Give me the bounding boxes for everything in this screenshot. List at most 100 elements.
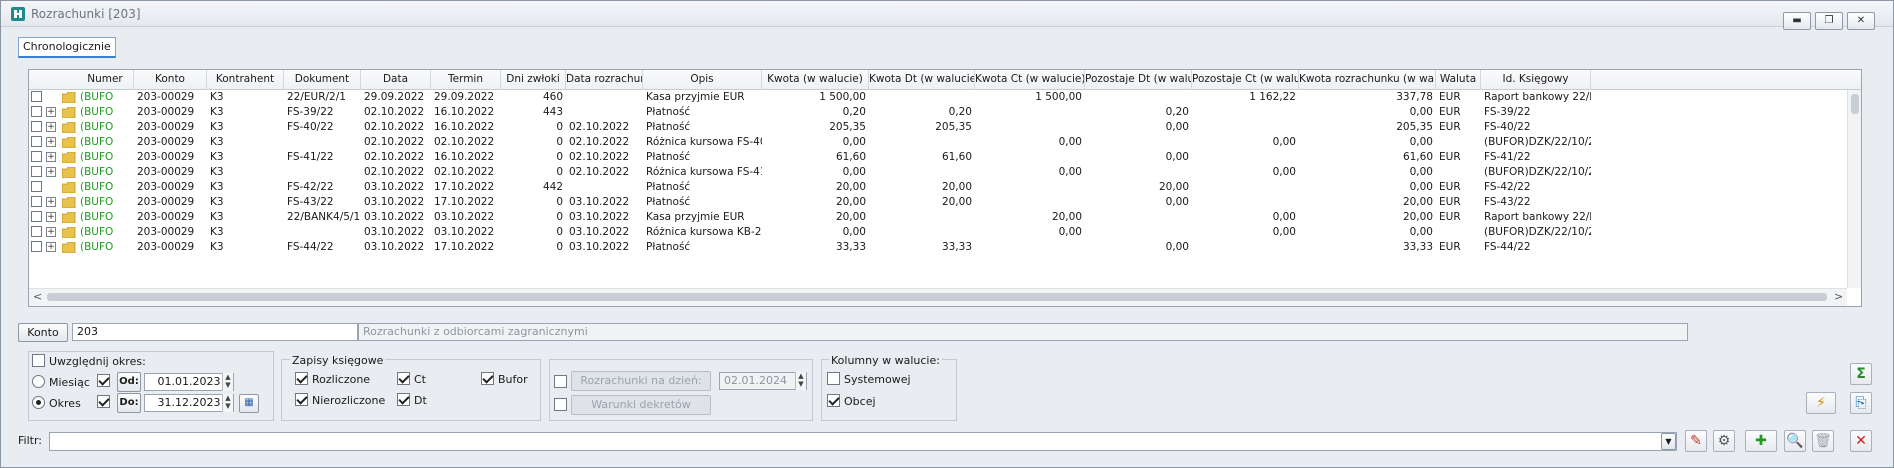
column-header[interactable]: Kwota Ct (w walucie): [975, 70, 1085, 90]
rozrachunki-grid[interactable]: Numer Konto Kontrahent Dokument Data Termin Dn…: [28, 69, 1862, 307]
do-checkbox[interactable]: [97, 395, 110, 408]
filter-settings-icon[interactable]: ⚙: [1713, 430, 1735, 452]
od-button[interactable]: Od:: [117, 372, 141, 392]
add-icon[interactable]: ✚: [1745, 430, 1777, 452]
do-button[interactable]: Do:: [117, 393, 141, 413]
expand-icon[interactable]: +: [46, 107, 56, 117]
expand-icon[interactable]: +: [46, 152, 56, 162]
close-icon[interactable]: ✕: [1850, 430, 1872, 452]
row-select-checkbox[interactable]: [31, 151, 42, 162]
column-header[interactable]: Pozostaje Ct (w walucie): [1192, 70, 1299, 90]
column-header[interactable]: Waluta: [1436, 70, 1481, 90]
sigma-icon[interactable]: Σ: [1850, 363, 1872, 385]
rozrachunki-date-input[interactable]: 02.01.2024: [719, 372, 807, 390]
row-select-checkbox[interactable]: [31, 91, 42, 102]
filtr-input[interactable]: [49, 432, 1677, 451]
nierozliczone-checkbox[interactable]: [295, 393, 308, 406]
okres-radio[interactable]: [32, 396, 45, 409]
column-header[interactable]: Kwota rozrachunku (w walucie): [1299, 70, 1436, 90]
od-checkbox[interactable]: [97, 374, 110, 387]
cell-opis: Kasa przyjmie EUR: [646, 211, 745, 223]
column-header[interactable]: Id. Księgowy: [1481, 70, 1591, 90]
konto-input[interactable]: 203: [72, 323, 358, 341]
table-row[interactable]: (BUFO 203-00029 K3 FS-42/22 03.10.2022 17.10.…: [29, 180, 1847, 195]
row-select-checkbox[interactable]: [31, 166, 42, 177]
uwzglednij-okres-checkbox[interactable]: [32, 354, 45, 367]
lightning-icon[interactable]: ⚡: [1806, 392, 1836, 414]
warunki-dekretow-checkbox[interactable]: [554, 398, 567, 411]
vertical-scrollbar[interactable]: [1847, 90, 1861, 288]
export-icon[interactable]: ⎘: [1850, 392, 1872, 414]
vertical-scroll-thumb[interactable]: [1851, 94, 1859, 114]
column-header[interactable]: Numer: [77, 70, 134, 90]
column-header[interactable]: Kwota Dt (w walucie): [869, 70, 975, 90]
table-row[interactable]: + (BUFO 203-00029 K3 FS-39/22 02.10.2022 16.10…: [29, 105, 1847, 120]
expand-icon[interactable]: +: [46, 197, 56, 207]
tab-chronologicznie[interactable]: Chronologicznie: [18, 37, 116, 58]
systemowej-checkbox[interactable]: [827, 372, 840, 385]
row-select-checkbox[interactable]: [31, 121, 42, 132]
bufor-checkbox[interactable]: [481, 372, 494, 385]
do-date-input[interactable]: 31.12.2023: [144, 394, 234, 412]
od-date-input[interactable]: 01.01.2023: [144, 373, 234, 391]
row-select-checkbox[interactable]: [31, 106, 42, 117]
column-header[interactable]: Dni zwłoki: [501, 70, 566, 90]
column-header[interactable]: Kwota (w walucie): [762, 70, 869, 90]
do-spinner[interactable]: ▲ ▼: [222, 394, 233, 412]
column-header[interactable]: Konto: [134, 70, 207, 90]
expand-icon[interactable]: +: [46, 167, 56, 177]
expand-icon[interactable]: +: [46, 137, 56, 147]
horizontal-scroll-thumb[interactable]: [47, 293, 1827, 301]
table-row[interactable]: + (BUFO 203-00029 K3 22/BANK4/5/1 03.10.2022 0…: [29, 210, 1847, 225]
expand-icon[interactable]: +: [46, 212, 56, 222]
minimize-button[interactable]: ▬: [1783, 12, 1811, 30]
rozliczone-checkbox[interactable]: [295, 372, 308, 385]
column-header[interactable]: Pozostaje Dt (w walucie): [1085, 70, 1192, 90]
restore-button[interactable]: ❐: [1815, 12, 1843, 30]
row-select-checkbox[interactable]: [31, 241, 42, 252]
table-row[interactable]: + (BUFO 203-00029 K3 FS-40/22 02.10.2022 16.10…: [29, 120, 1847, 135]
expand-icon[interactable]: +: [46, 122, 56, 132]
table-row[interactable]: + (BUFO 203-00029 K3 02.10.2022 02.10.2022 0 02…: [29, 135, 1847, 150]
scroll-left-icon[interactable]: <: [33, 290, 42, 303]
column-header[interactable]: Data rozrachunku: [566, 70, 643, 90]
cell-kwota: 0,00: [842, 166, 866, 178]
column-header[interactable]: Termin: [431, 70, 501, 90]
filtr-dropdown-icon[interactable]: ▼: [1661, 433, 1676, 450]
edit-filter-icon[interactable]: ✎: [1685, 430, 1707, 452]
table-row[interactable]: + (BUFO 203-00029 K3 FS-43/22 03.10.2022 17.10…: [29, 195, 1847, 210]
warunki-dekretow-button[interactable]: Warunki dekretów: [571, 395, 711, 415]
calendar-icon[interactable]: ▦: [239, 394, 259, 413]
cell-dokument: 22/EUR/2/1: [287, 91, 346, 103]
row-select-checkbox[interactable]: [31, 196, 42, 207]
row-select-checkbox[interactable]: [31, 211, 42, 222]
row-select-checkbox[interactable]: [31, 181, 42, 192]
expand-icon[interactable]: +: [46, 242, 56, 252]
table-row[interactable]: (BUFO 203-00029 K3 22/EUR/2/1 29.09.2022 29.0…: [29, 90, 1847, 105]
close-window-button[interactable]: ✕: [1847, 12, 1875, 30]
column-header[interactable]: Dokument: [284, 70, 361, 90]
rozrachunki-na-dzien-checkbox[interactable]: [554, 375, 567, 388]
delete-icon[interactable]: 🗑: [1812, 430, 1834, 452]
column-header[interactable]: Data: [361, 70, 431, 90]
dt-checkbox[interactable]: [397, 393, 410, 406]
search-icon[interactable]: 🔍: [1784, 430, 1806, 452]
horizontal-scrollbar[interactable]: < >: [29, 288, 1847, 306]
table-row[interactable]: + (BUFO 203-00029 K3 02.10.2022 02.10.2022 0 02…: [29, 165, 1847, 180]
column-header[interactable]: Kontrahent: [207, 70, 284, 90]
table-row[interactable]: + (BUFO 203-00029 K3 FS-44/22 03.10.2022 17.10…: [29, 240, 1847, 255]
row-select-checkbox[interactable]: [31, 136, 42, 147]
table-row[interactable]: + (BUFO 203-00029 K3 03.10.2022 03.10.2022 0 03…: [29, 225, 1847, 240]
obcej-checkbox[interactable]: [827, 394, 840, 407]
column-header[interactable]: Opis: [643, 70, 762, 90]
scroll-right-icon[interactable]: >: [1834, 290, 1843, 303]
rozrachunki-na-dzien-button[interactable]: Rozrachunki na dzień:: [571, 371, 711, 391]
row-select-checkbox[interactable]: [31, 226, 42, 237]
miesiac-radio[interactable]: [32, 375, 45, 388]
expand-icon[interactable]: +: [46, 227, 56, 237]
ct-checkbox[interactable]: [397, 372, 410, 385]
rozrachunki-date-spinner[interactable]: ▲ ▼: [795, 372, 806, 390]
konto-button[interactable]: Konto: [18, 323, 68, 342]
table-row[interactable]: + (BUFO 203-00029 K3 FS-41/22 02.10.2022 16.10…: [29, 150, 1847, 165]
od-spinner[interactable]: ▲ ▼: [222, 373, 233, 391]
